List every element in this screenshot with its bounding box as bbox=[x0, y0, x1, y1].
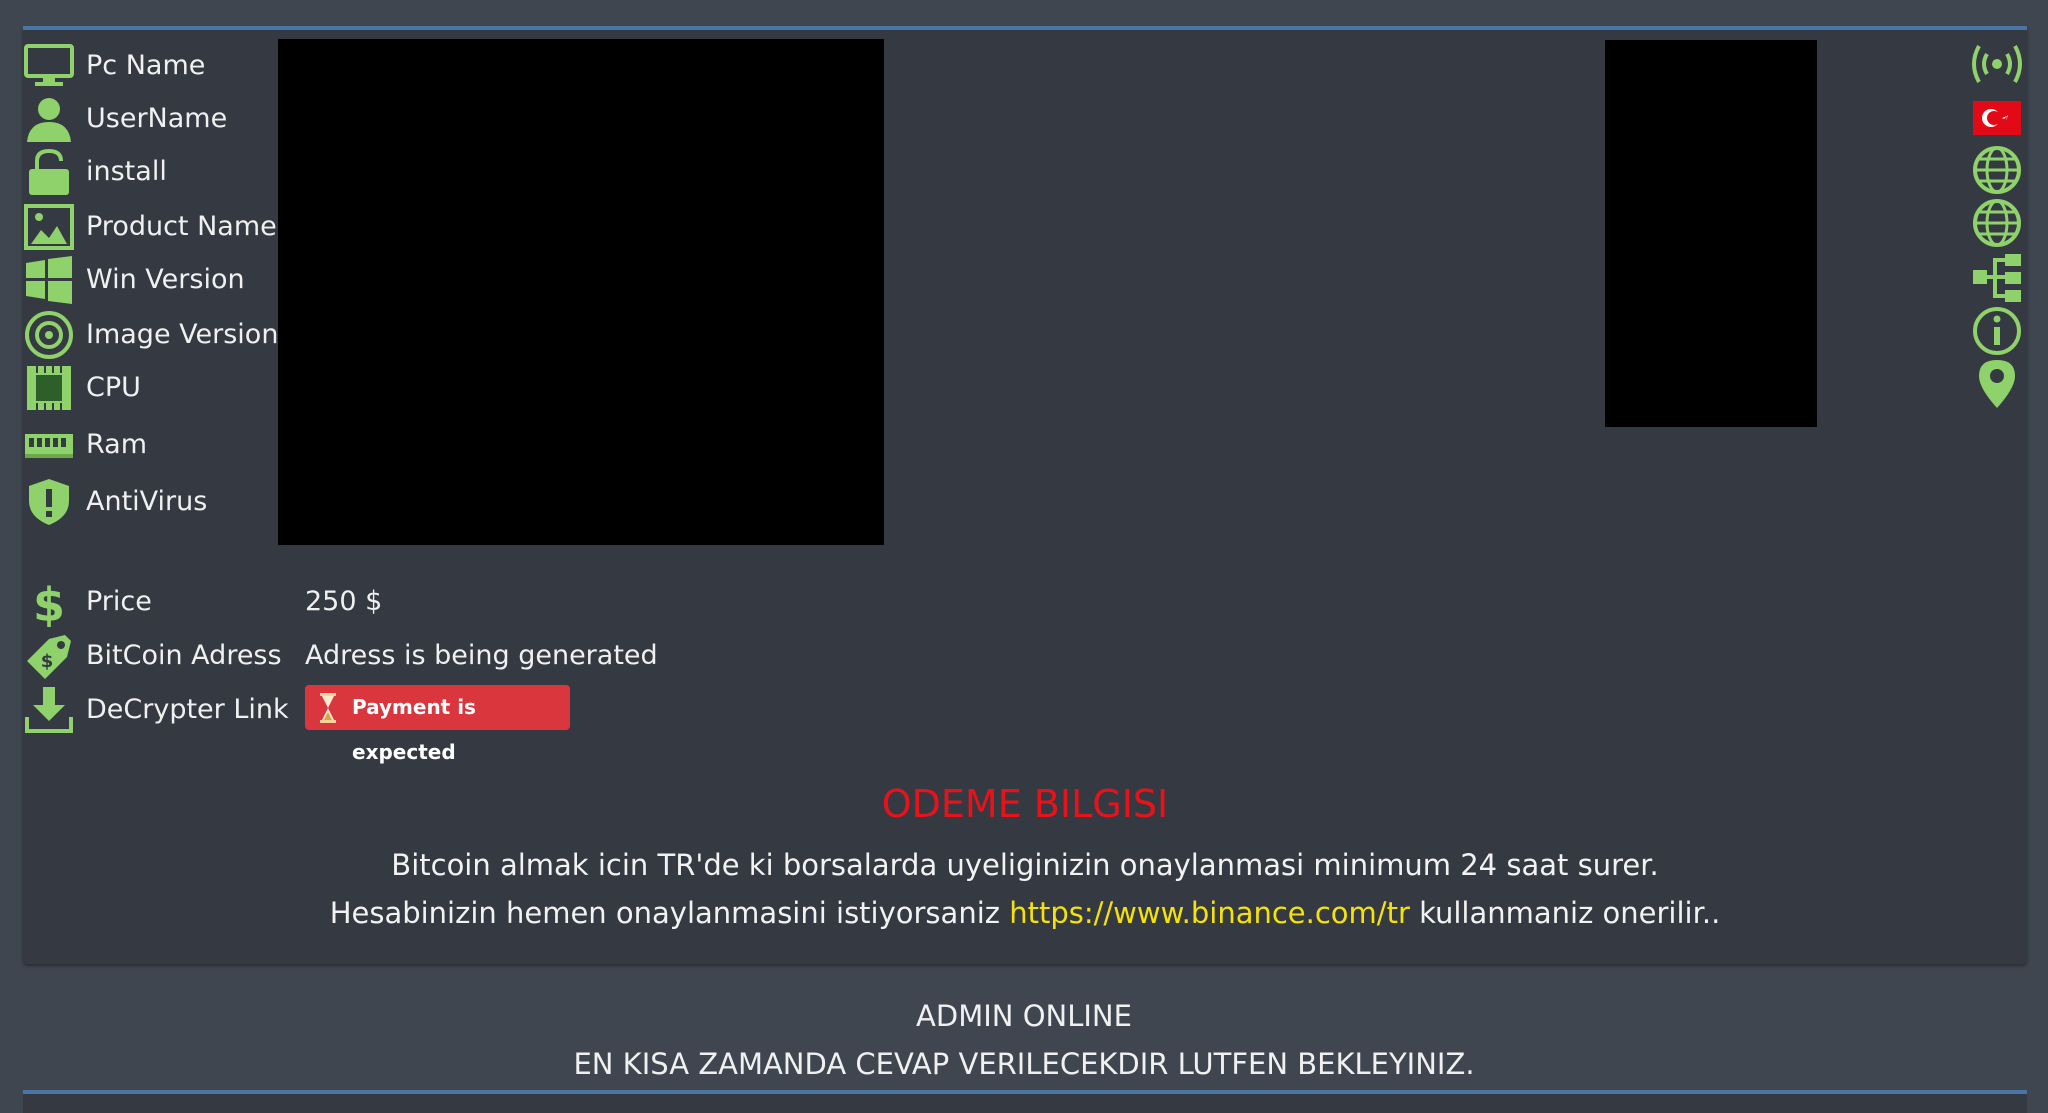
payment-status-badge: Payment is expected bbox=[305, 685, 570, 764]
shield-icon bbox=[23, 477, 75, 527]
binance-link[interactable]: https://www.binance.com/tr bbox=[1009, 896, 1410, 930]
win-version-label: Win Version bbox=[86, 264, 245, 295]
hourglass-icon bbox=[319, 693, 337, 723]
payment-info-line2-before: Hesabinizin hemen onaylanmasini istiyors… bbox=[329, 896, 1010, 930]
wait-message: EN KISA ZAMANDA CEVAP VERILECEKDIR LUTFE… bbox=[573, 1047, 1475, 1081]
install-label: install bbox=[86, 156, 167, 187]
username-label: UserName bbox=[86, 103, 228, 134]
globe-icon[interactable] bbox=[1969, 144, 2025, 196]
payment-status-text: Payment is expected bbox=[352, 695, 476, 764]
cpu-label: CPU bbox=[86, 372, 141, 403]
antivirus-label: AntiVirus bbox=[86, 486, 208, 517]
ram-icon bbox=[23, 420, 75, 470]
dollar-icon: $ bbox=[23, 577, 75, 627]
broadcast-icon[interactable] bbox=[1969, 38, 2025, 90]
decrypter-label: DeCrypter Link bbox=[86, 694, 289, 725]
svg-text:$: $ bbox=[41, 651, 54, 672]
location-pin-icon[interactable] bbox=[1969, 358, 2025, 410]
main-panel: Pc Name UserName install Product Name Wi… bbox=[23, 26, 2027, 964]
bitcoin-address-value: Adress is being generated bbox=[305, 640, 658, 671]
ram-label: Ram bbox=[86, 429, 148, 460]
payment-info-line2: Hesabinizin hemen onaylanmasini istiyors… bbox=[23, 896, 2027, 930]
payment-info-title: ODEME BILGISI bbox=[881, 782, 1169, 826]
monitor-icon bbox=[23, 41, 75, 91]
redacted-side-block bbox=[1605, 40, 1817, 427]
admin-status: ADMIN ONLINE bbox=[916, 999, 1132, 1033]
payment-info-line2-after: kullanmaniz onerilir.. bbox=[1409, 896, 1721, 930]
payment-info-line1: Bitcoin almak icin TR'de ki borsalarda u… bbox=[391, 848, 1659, 882]
pc-name-label: Pc Name bbox=[86, 50, 206, 81]
globe-icon[interactable] bbox=[1969, 197, 2025, 249]
turkey-flag-icon[interactable] bbox=[1969, 91, 2025, 143]
download-icon bbox=[23, 685, 75, 735]
windows-icon bbox=[23, 255, 75, 305]
svg-text:$: $ bbox=[33, 578, 65, 627]
price-value: 250 $ bbox=[305, 586, 383, 617]
cpu-icon bbox=[23, 363, 75, 413]
info-icon[interactable] bbox=[1969, 305, 2025, 357]
network-tree-icon[interactable] bbox=[1969, 252, 2025, 304]
tag-icon: $ bbox=[23, 631, 75, 681]
lock-icon bbox=[23, 147, 75, 197]
price-label: Price bbox=[86, 586, 152, 617]
image-version-label: Image Version bbox=[86, 319, 279, 350]
image-icon bbox=[23, 202, 75, 252]
bottom-panel-edge bbox=[23, 1090, 2027, 1113]
product-name-label: Product Name bbox=[86, 211, 277, 242]
disc-icon bbox=[23, 310, 75, 360]
user-icon bbox=[23, 94, 75, 144]
redacted-info-values bbox=[278, 39, 884, 545]
bitcoin-label: BitCoin Adress bbox=[86, 640, 282, 671]
